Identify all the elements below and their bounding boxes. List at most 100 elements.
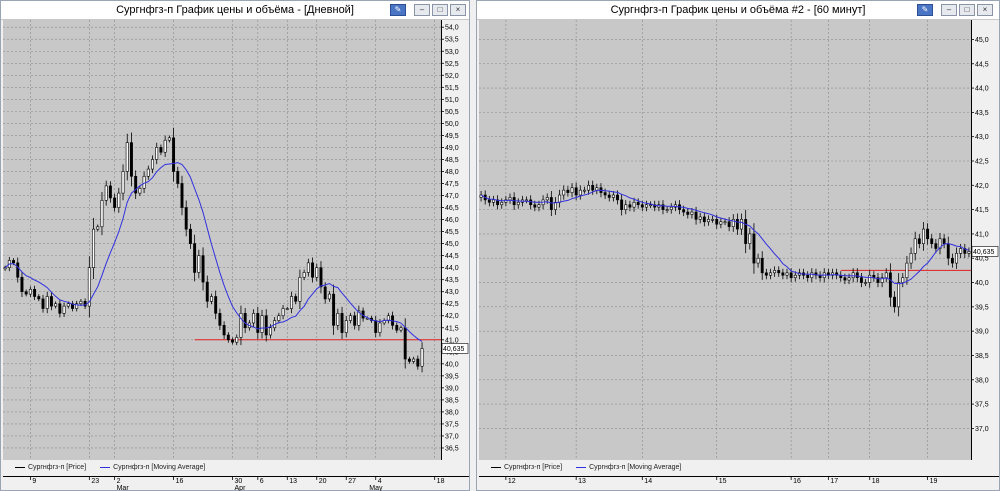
x-month-label: May	[369, 485, 383, 491]
y-tick-label: 41,5	[975, 207, 989, 214]
candle-body	[306, 262, 310, 273]
y-tick-label: 42,0	[445, 313, 459, 320]
candle-body	[163, 139, 167, 153]
candle-body	[566, 189, 570, 193]
x-tick-label: 14	[644, 478, 652, 485]
maximize-button[interactable]: □	[432, 4, 448, 16]
candle-body	[281, 308, 285, 317]
candle-body	[327, 293, 331, 300]
candle-body	[525, 199, 528, 202]
x-tick-label: 23	[91, 478, 99, 485]
candle-body	[764, 272, 768, 276]
close-button[interactable]: ×	[977, 4, 993, 16]
y-tick-label: 37,5	[445, 421, 459, 428]
candle-body	[12, 260, 15, 264]
candle-body	[897, 282, 901, 308]
pin-icon[interactable]: ✎	[390, 4, 406, 16]
candle-body	[665, 209, 669, 211]
candle-body	[545, 197, 549, 201]
y-tick-label: 44,0	[975, 86, 989, 93]
y-tick-label: 46,0	[445, 217, 459, 224]
candle-body	[45, 296, 49, 309]
y-tick-label: 37,0	[445, 433, 459, 440]
x-tick-label: 27	[348, 478, 356, 485]
candle-body	[645, 204, 648, 208]
legend-price-label: Сургнфгз-п [Price]	[28, 464, 87, 471]
candle-body	[649, 204, 653, 207]
window-titlebar[interactable]: Сургнфгз-п График цены и объёма - [Дневн…	[1, 1, 469, 20]
y-tick-label: 42,0	[975, 183, 989, 190]
y-tick-label: 41,5	[445, 325, 459, 332]
y-tick-label: 50,0	[445, 121, 459, 128]
candle-body	[151, 159, 154, 170]
candle-body	[690, 211, 694, 215]
candle-body	[756, 257, 760, 264]
minimize-button[interactable]: –	[941, 4, 957, 16]
candle-body	[218, 313, 222, 326]
y-tick-label: 39,0	[445, 385, 459, 392]
x-tick-label: 2	[117, 478, 121, 485]
candle-body	[781, 272, 785, 276]
y-tick-label: 48,0	[445, 169, 459, 176]
ma-swatch	[100, 466, 111, 468]
candle-body	[554, 202, 557, 210]
candle-body	[946, 243, 950, 259]
candle-body	[226, 334, 230, 341]
candle-body	[864, 282, 868, 284]
candle-body	[905, 262, 909, 278]
candle-body	[24, 291, 28, 295]
price-swatch	[491, 466, 501, 468]
candle-body	[574, 187, 578, 196]
candle-body	[934, 243, 938, 249]
y-tick-label: 38,0	[445, 409, 459, 416]
y-tick-label: 51,0	[445, 97, 459, 104]
candle-body	[917, 238, 921, 244]
candle-body	[412, 358, 416, 362]
candle-body	[587, 185, 590, 191]
daily-price-chart[interactable]	[3, 20, 441, 460]
candle-body	[843, 277, 847, 281]
x-month-label: Mar	[117, 485, 130, 491]
candle-body	[125, 142, 129, 172]
candle-body	[591, 185, 595, 191]
candle-body	[785, 272, 789, 276]
candle-body	[302, 272, 306, 278]
y-tick-label: 47,5	[445, 181, 459, 188]
candle-body	[607, 194, 611, 198]
candle-body	[159, 147, 163, 153]
last-price-label: 40,635	[973, 249, 995, 256]
candle-body	[855, 272, 859, 278]
y-tick-label: 41,0	[975, 231, 989, 238]
candle-body	[416, 358, 420, 367]
candle-body	[142, 175, 146, 189]
hourly-price-plot[interactable]	[479, 20, 971, 460]
candle-body	[967, 251, 971, 254]
candle-body	[922, 228, 925, 244]
candle-body	[28, 288, 32, 295]
maximize-button[interactable]: □	[959, 4, 975, 16]
hourly-price-chart[interactable]	[479, 20, 971, 460]
x-tick-label: 19	[930, 478, 938, 485]
x-tick-label: 13	[289, 478, 297, 485]
candle-body	[92, 228, 96, 268]
candle-body	[176, 171, 180, 184]
daily-price-plot[interactable]	[3, 20, 441, 460]
pin-icon[interactable]: ✎	[917, 4, 933, 16]
minimize-button[interactable]: –	[414, 4, 430, 16]
daily-legend-bar: Сургнфгз-п [Price] Сургнфгз-п [Moving Av…	[3, 460, 469, 476]
candle-body	[549, 197, 553, 210]
candle-body	[926, 228, 930, 240]
candle-body	[155, 147, 159, 160]
candle-body	[942, 238, 946, 244]
hourly-price-axis: 45,0 44,5 44,0 43,5 43,0 42,5 42,0 41,5 41,0 40,5…	[971, 20, 999, 460]
candle-body	[909, 253, 913, 264]
candle-body	[243, 313, 247, 329]
legend-ma-label: Сургнфгз-п [Moving Average]	[589, 464, 682, 471]
window-titlebar[interactable]: Сургнфгз-п График цены и объёма #2 - [60…	[477, 1, 999, 20]
candle-body	[628, 204, 632, 208]
candle-body	[378, 322, 382, 333]
x-tick-label: 6	[260, 478, 264, 485]
candle-body	[760, 257, 764, 274]
close-button[interactable]: ×	[450, 4, 466, 16]
x-tick-label: 17	[830, 478, 838, 485]
